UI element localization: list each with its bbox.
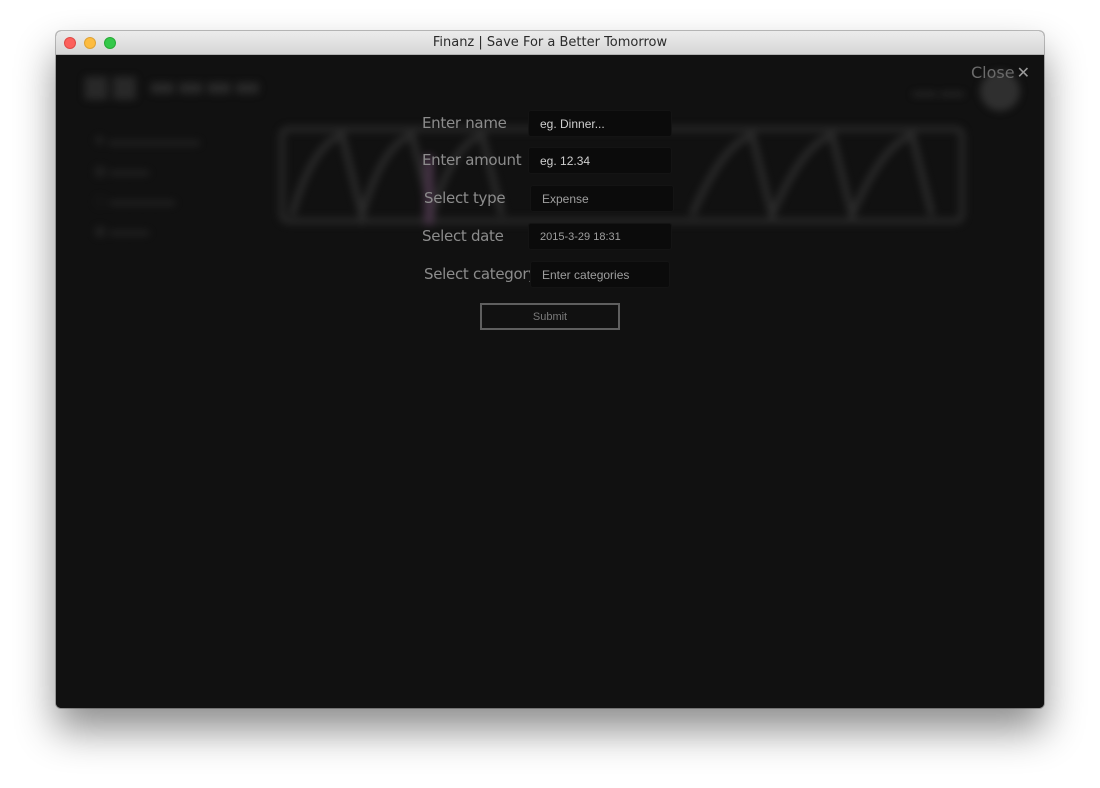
close-button[interactable]: Close ✕: [971, 63, 1030, 82]
date-label: Select date: [422, 227, 504, 245]
submit-button[interactable]: Submit: [480, 303, 620, 330]
name-input[interactable]: [528, 110, 672, 137]
sidebar-item: ✚ ▬▬▬▬▬▬▬: [94, 133, 200, 148]
close-icon: ✕: [1016, 63, 1030, 82]
title-bar[interactable]: Finanz | Save For a Better Tomorrow: [56, 31, 1044, 55]
sidebar-item: ▢ ▬▬▬▬▬: [94, 193, 175, 208]
app-logo: ■■ ▬▬▬▬: [82, 69, 262, 104]
category-label: Select category: [424, 265, 537, 283]
category-input[interactable]: [530, 261, 670, 288]
sidebar-item: ▦ ▬▬▬: [94, 163, 149, 178]
user-name: ▬▬ ▬▬: [912, 85, 964, 99]
type-select[interactable]: [530, 185, 674, 212]
name-label: Enter name: [422, 114, 507, 132]
sidebar-nav: ✚ ▬▬▬▬▬▬▬ ▦ ▬▬▬ ▢ ▬▬▬▬▬ ▣ ▬▬▬: [94, 133, 200, 253]
window-title: Finanz | Save For a Better Tomorrow: [432, 35, 668, 50]
sidebar-item: ▣ ▬▬▬: [94, 223, 149, 238]
amount-input[interactable]: [528, 147, 672, 174]
modal-overlay: ■■ ▬▬▬▬ ✚ ▬▬▬▬▬▬▬ ▦ ▬▬▬ ▢ ▬▬▬▬▬ ▣ ▬▬▬ ▬▬…: [56, 55, 1044, 708]
date-input[interactable]: [528, 223, 672, 250]
amount-label: Enter amount: [422, 151, 522, 169]
type-label: Select type: [424, 189, 506, 207]
close-label: Close: [971, 63, 1015, 82]
app-window: Finanz | Save For a Better Tomorrow ■■ ▬…: [56, 31, 1044, 708]
